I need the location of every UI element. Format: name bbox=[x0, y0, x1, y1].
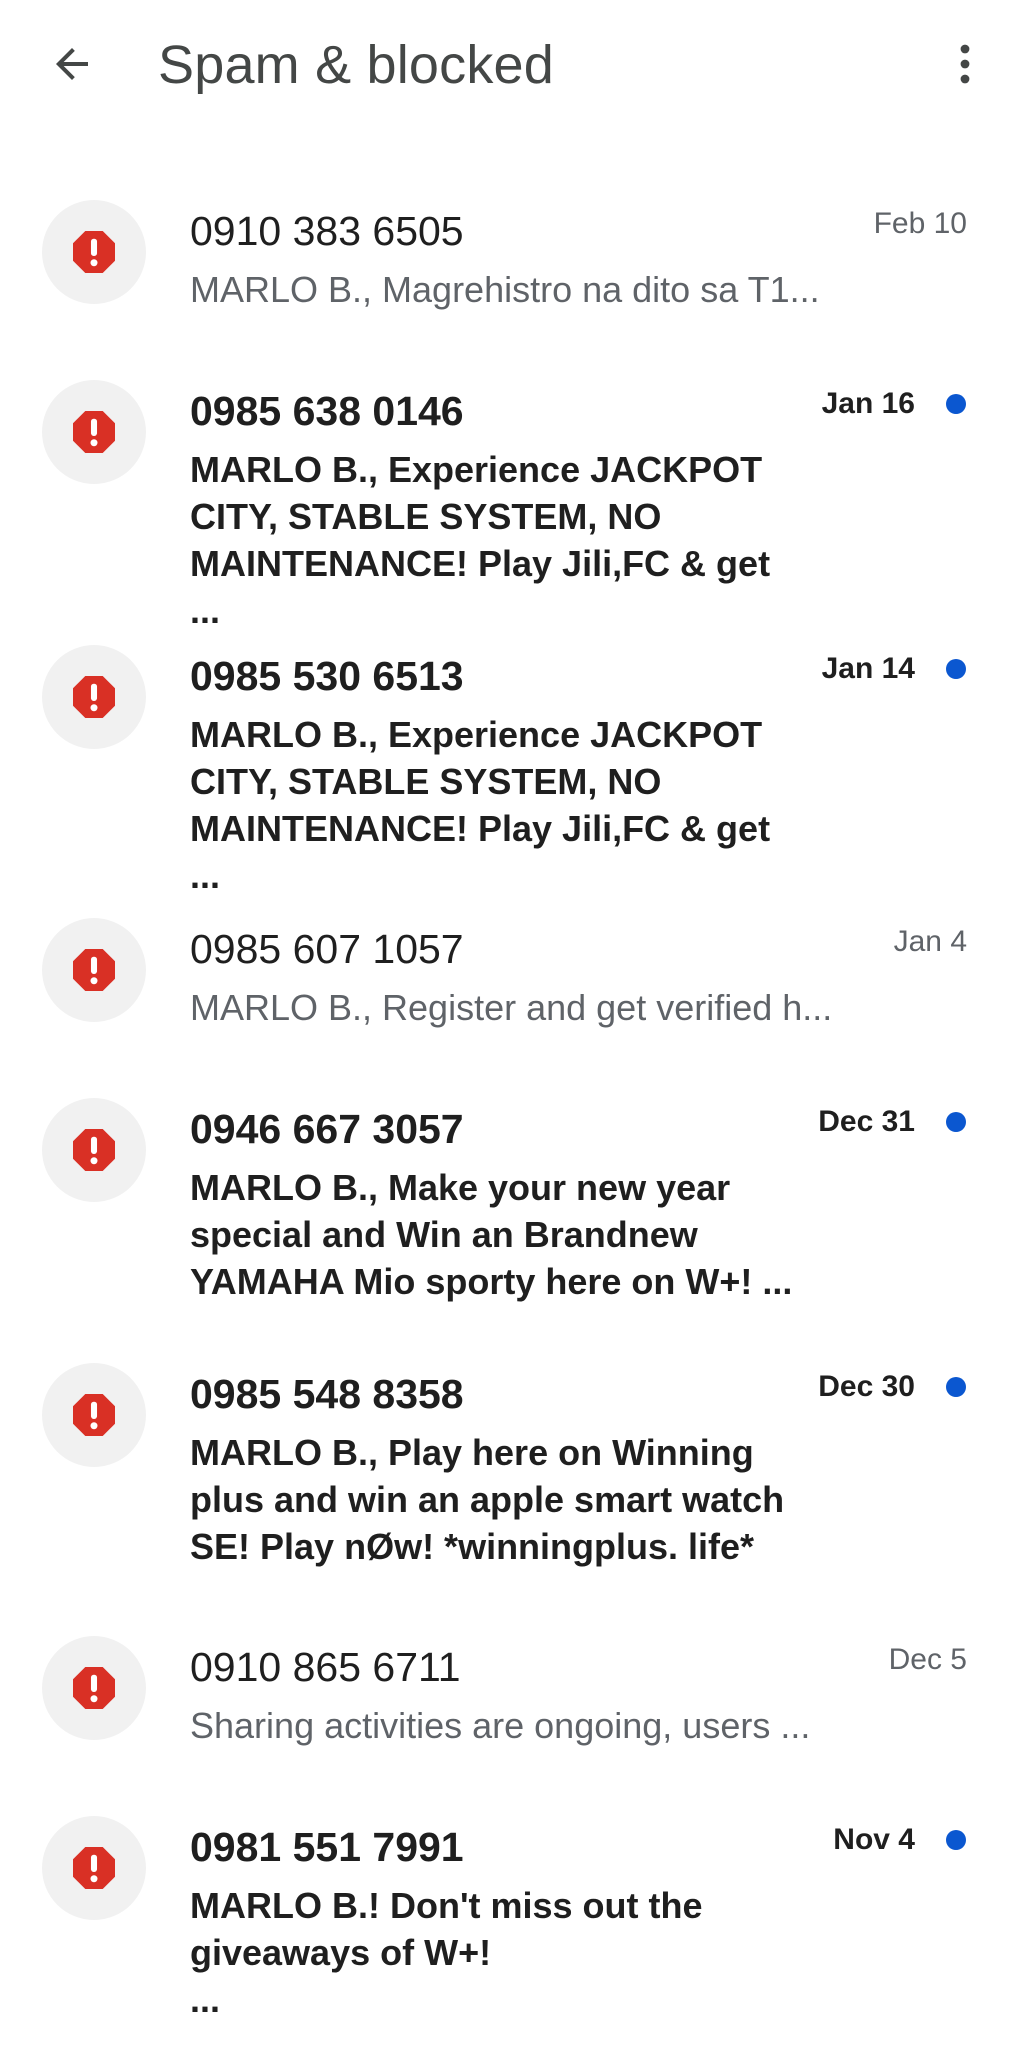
spam-report-icon bbox=[73, 676, 115, 718]
message-date: Dec 31 bbox=[818, 1105, 915, 1138]
sender-name: 0985 607 1057 bbox=[190, 926, 464, 972]
sender-name: 0985 638 0146 bbox=[190, 388, 464, 434]
conversation-item[interactable]: 0985 530 6513 MARLO B., Experience JACKPO… bbox=[0, 645, 1029, 896]
message-date: Dec 5 bbox=[888, 1643, 967, 1676]
sender-name: 0910 383 6505 bbox=[190, 208, 464, 254]
avatar bbox=[42, 1098, 146, 1202]
conversation-item[interactable]: 0910 383 6505 MARLO B., Magrehistro na di… bbox=[0, 200, 1029, 350]
conversation-item[interactable]: 0910 865 6711 Sharing activities are ongo… bbox=[0, 1636, 1029, 1786]
spam-report-icon bbox=[73, 411, 115, 453]
sender-name: 0985 548 8358 bbox=[190, 1371, 464, 1417]
message-preview: MARLO B., Experience JACKPOT CITY, STABL… bbox=[190, 449, 771, 631]
message-preview: Sharing activities are ongoing, users ..… bbox=[190, 1705, 811, 1746]
unread-indicator bbox=[946, 1112, 966, 1132]
conversation-item[interactable]: 0946 667 3057 MARLO B., Make your new yea… bbox=[0, 1098, 1029, 1338]
message-date: Nov 4 bbox=[833, 1823, 915, 1856]
spam-report-icon bbox=[73, 949, 115, 991]
message-preview: MARLO B., Register and get verified h... bbox=[190, 987, 833, 1028]
spam-report-icon bbox=[73, 1667, 115, 1709]
unread-indicator bbox=[946, 659, 966, 679]
spam-report-icon bbox=[73, 1129, 115, 1171]
avatar bbox=[42, 645, 146, 749]
sender-name: 0910 865 6711 bbox=[190, 1644, 461, 1690]
unread-indicator bbox=[946, 394, 966, 414]
sender-name: 0981 551 7991 bbox=[190, 1824, 464, 1870]
message-preview: MARLO B., Experience JACKPOT CITY, STABL… bbox=[190, 714, 771, 896]
conversation-item[interactable]: 0981 551 7991 MARLO B.! Don't miss out th… bbox=[0, 1816, 1029, 2048]
message-date: Jan 16 bbox=[821, 387, 915, 420]
spam-report-icon bbox=[73, 1847, 115, 1889]
message-date: Dec 30 bbox=[818, 1370, 915, 1403]
conversation-item[interactable]: 0985 638 0146 MARLO B., Experience JACKPO… bbox=[0, 380, 1029, 631]
sender-name: 0985 530 6513 bbox=[190, 653, 464, 699]
conversation-item[interactable]: 0985 607 1057 MARLO B., Register and get … bbox=[0, 918, 1029, 1068]
conversation-item[interactable]: 0985 548 8358 MARLO B., Play here on Winn… bbox=[0, 1363, 1029, 1603]
spam-report-icon bbox=[73, 1394, 115, 1436]
message-preview: MARLO B., Play here on Winning plus and … bbox=[190, 1432, 785, 1567]
conversation-list: 0910 383 6505 MARLO B., Magrehistro na di… bbox=[0, 0, 1029, 2048]
avatar bbox=[42, 1816, 146, 1920]
message-preview: MARLO B., Magrehistro na dito sa T1... bbox=[190, 269, 820, 310]
avatar bbox=[42, 1636, 146, 1740]
avatar bbox=[42, 918, 146, 1022]
message-preview: MARLO B., Make your new year special and… bbox=[190, 1167, 793, 1302]
message-date: Feb 10 bbox=[873, 207, 967, 240]
avatar bbox=[42, 1363, 146, 1467]
spam-report-icon bbox=[73, 231, 115, 273]
message-date: Jan 14 bbox=[821, 652, 915, 685]
sender-name: 0946 667 3057 bbox=[190, 1106, 464, 1152]
unread-indicator bbox=[946, 1830, 966, 1850]
avatar bbox=[42, 200, 146, 304]
message-date: Jan 4 bbox=[893, 925, 967, 958]
unread-indicator bbox=[946, 1377, 966, 1397]
message-preview: MARLO B.! Don't miss out the giveaways o… bbox=[190, 1885, 703, 2020]
avatar bbox=[42, 380, 146, 484]
